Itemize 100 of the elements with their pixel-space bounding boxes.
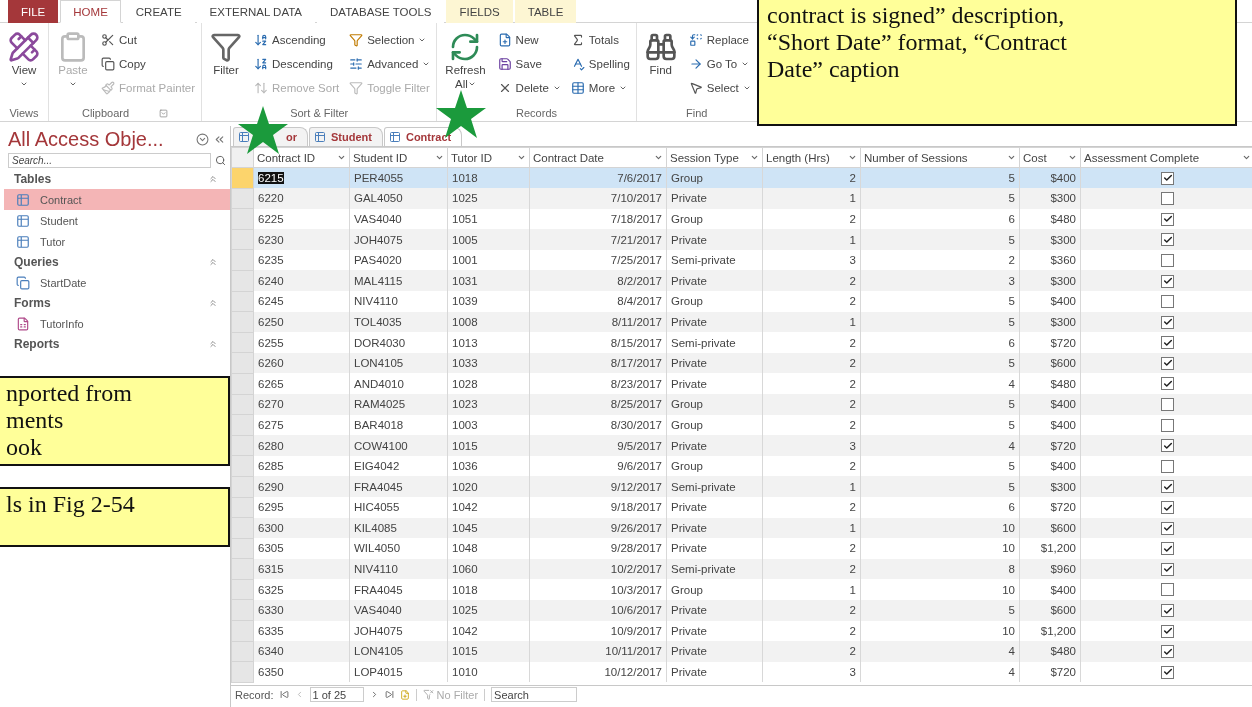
ribbon-button[interactable]: Cut (99, 29, 198, 51)
checkbox[interactable] (1161, 583, 1174, 597)
ribbon-button[interactable]: More (568, 77, 632, 99)
checkbox[interactable] (1161, 336, 1174, 350)
ribbon-button[interactable]: Totals (568, 29, 632, 51)
table-icon (238, 131, 250, 143)
ribbon-button[interactable]: Selection (347, 29, 433, 51)
column-header[interactable]: Contract ID (253, 147, 350, 168)
launcher-icon[interactable] (159, 108, 169, 118)
table-cell: 7/10/2017 (529, 188, 667, 209)
checkbox[interactable] (1161, 212, 1174, 226)
checkbox[interactable] (1161, 459, 1174, 473)
collapse-icon[interactable] (208, 174, 218, 184)
checkbox[interactable] (1161, 624, 1174, 638)
ribbon-button[interactable]: Replace (686, 29, 753, 51)
nav-item[interactable]: Student (4, 210, 230, 231)
caret-icon (337, 153, 346, 162)
ribbon-button[interactable]: Delete (495, 77, 563, 99)
table-cell: Private (666, 538, 763, 559)
table-cell: $1,200 (1019, 538, 1081, 559)
search-icon[interactable] (215, 155, 226, 166)
search-field[interactable]: Search (491, 687, 578, 702)
nav-item[interactable]: TutorInfo (4, 313, 230, 334)
collapse-icon[interactable] (208, 257, 218, 267)
nav-item[interactable]: StartDate (4, 272, 230, 293)
group-header[interactable]: Queries (14, 255, 59, 269)
ribbon-button[interactable]: Spelling (568, 53, 632, 75)
ribbon-tab[interactable]: HOME (60, 0, 121, 23)
checkbox[interactable] (1161, 645, 1174, 659)
checkbox[interactable] (1161, 501, 1174, 515)
checkbox[interactable] (1161, 521, 1174, 535)
ribbon-button[interactable]: Ascending (252, 29, 342, 51)
checkbox[interactable] (1161, 439, 1174, 453)
ribbon-button[interactable]: Descending (252, 53, 342, 75)
ribbon-button[interactable]: Find (640, 29, 681, 79)
group-header[interactable]: Forms (14, 296, 51, 310)
checkbox[interactable] (1161, 542, 1174, 556)
table-cell: LOP4015 (349, 661, 448, 683)
ribbon-button[interactable]: Copy (99, 53, 198, 75)
checkbox[interactable] (1161, 295, 1174, 309)
collapse-icon[interactable] (208, 298, 218, 308)
ribbon-tab[interactable]: FILE (8, 0, 59, 23)
table-cell: Group (666, 291, 763, 312)
checkbox[interactable] (1161, 192, 1174, 206)
group-header[interactable]: Tables (14, 172, 52, 186)
nav-item[interactable]: Contract (4, 189, 230, 210)
column-header[interactable]: Assessment Complete (1080, 147, 1252, 168)
document-tab[interactable]: Student (309, 127, 383, 146)
table-cell: 1005 (447, 229, 530, 250)
table-cell: DOR4030 (349, 332, 448, 353)
ribbon-button[interactable]: Filter (206, 29, 247, 79)
ribbon-button[interactable]: New (495, 29, 563, 51)
checkbox[interactable] (1161, 377, 1174, 391)
column-header[interactable]: Contract Date (529, 147, 667, 168)
checkbox[interactable] (1161, 418, 1174, 432)
caret-icon (552, 84, 561, 92)
sort-descending-icon (254, 57, 269, 71)
checkbox[interactable] (1161, 274, 1174, 288)
group-header[interactable]: Reports (14, 337, 60, 351)
checkbox[interactable] (1161, 480, 1174, 494)
column-header[interactable]: Session Type (666, 147, 763, 168)
select-all-corner[interactable] (231, 147, 254, 168)
checkbox[interactable] (1161, 253, 1174, 267)
column-header[interactable]: Tutor ID (447, 147, 530, 168)
ribbon-button[interactable]: Refresh All (441, 29, 490, 93)
checkbox[interactable] (1161, 665, 1174, 679)
document-tab[interactable]: Contract (383, 127, 463, 146)
table-cell: 6 (860, 332, 1020, 353)
checkbox[interactable] (1161, 356, 1174, 370)
ribbon-button[interactable]: Select (686, 77, 753, 99)
table-cell: WIL4050 (349, 538, 448, 559)
checkbox[interactable] (1161, 604, 1174, 617)
table-cell: GAL4050 (349, 188, 448, 209)
dropdown-icon[interactable] (196, 132, 209, 146)
record-position-field[interactable]: 1 of 25 (309, 687, 364, 702)
ribbon-button[interactable]: View (4, 29, 44, 93)
ribbon-tab[interactable]: TABLE (514, 0, 577, 23)
checkbox[interactable] (1161, 171, 1174, 185)
first-record-button[interactable] (279, 690, 289, 699)
table-cell: 1039 (447, 291, 530, 312)
table-cell: 10/11/2017 (529, 641, 667, 662)
search-field[interactable]: Search... (8, 153, 211, 168)
group-label: Records (516, 107, 558, 119)
ribbon-button[interactable]: Go To (686, 53, 753, 75)
column-header[interactable]: Number of Sessions (860, 147, 1020, 168)
checkbox[interactable] (1161, 398, 1174, 412)
collapse-icon[interactable] (208, 339, 218, 349)
new-record-button[interactable] (399, 689, 410, 700)
checkbox[interactable] (1161, 315, 1174, 329)
column-header[interactable]: Length (Hrs) (762, 147, 861, 168)
ribbon-button[interactable]: Save (495, 53, 563, 75)
ribbon-button[interactable]: Advanced (347, 53, 433, 75)
last-record-button[interactable] (384, 690, 394, 699)
column-header[interactable]: Student ID (349, 147, 448, 168)
nav-item[interactable]: Tutor (4, 231, 230, 252)
ribbon-tab[interactable]: FIELDS (446, 0, 513, 23)
column-header[interactable]: Cost (1019, 147, 1081, 168)
checkbox[interactable] (1161, 233, 1174, 247)
checkbox[interactable] (1161, 562, 1174, 576)
table-cell: 9/18/2017 (529, 497, 667, 518)
